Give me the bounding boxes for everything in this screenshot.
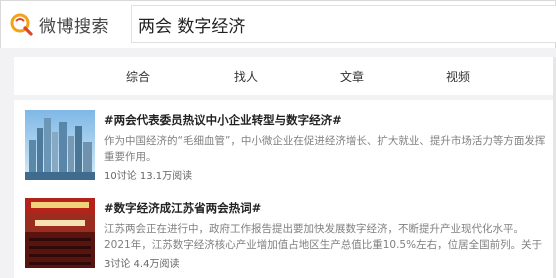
- result-stats: 3讨论 4.4万阅读: [104, 259, 180, 270]
- conference-hall-image[interactable]: [25, 198, 95, 268]
- result-card[interactable]: #两会代表委员热议中小企业转型与数字经济# 作为中国经济的“毛细血管”，中小微企…: [14, 110, 556, 190]
- result-body: #两会代表委员热议中小企业转型与数字经济# 作为中国经济的“毛细血管”，中小微企…: [104, 112, 550, 182]
- result-card[interactable]: #数字经济成江苏省两会热词# 江苏两会正在进行中，政府工作报告提出要加快发展数字…: [14, 198, 556, 278]
- city-skyline-image[interactable]: [25, 110, 95, 180]
- search-box[interactable]: [131, 5, 556, 43]
- result-title[interactable]: #两会代表委员热议中小企业转型与数字经济#: [104, 112, 550, 128]
- tab-videos[interactable]: 视频: [446, 68, 470, 85]
- result-body: #数字经济成江苏省两会热词# 江苏两会正在进行中，政府工作报告提出要加快发展数字…: [104, 200, 550, 270]
- search-results-list: #两会代表委员热议中小企业转型与数字经济# 作为中国经济的“毛细血管”，中小微企…: [14, 100, 556, 278]
- tab-find-people[interactable]: 找人: [234, 68, 258, 85]
- weibo-logo-icon: [9, 11, 35, 37]
- logo-text: 微博搜索: [39, 16, 109, 37]
- result-title[interactable]: #数字经济成江苏省两会热词#: [104, 200, 550, 216]
- result-type-tabs: 综合 找人 文章 视频: [14, 57, 556, 95]
- result-stats: 10讨论 13.1万阅读: [104, 171, 193, 182]
- search-header: 微博搜索: [0, 0, 556, 48]
- result-description: 江苏两会正在进行中，政府工作报告提出要加快发展数字经济，不断提升产业现代化水平。…: [104, 223, 543, 251]
- search-input[interactable]: [138, 10, 538, 38]
- result-description: 作为中国经济的“毛细血管”，中小微企业在促进经济增长、扩大就业、提升市场活力等方…: [104, 135, 546, 163]
- tab-articles[interactable]: 文章: [340, 68, 364, 85]
- tab-comprehensive[interactable]: 综合: [126, 68, 150, 85]
- weibo-search-logo[interactable]: 微博搜索: [9, 9, 109, 39]
